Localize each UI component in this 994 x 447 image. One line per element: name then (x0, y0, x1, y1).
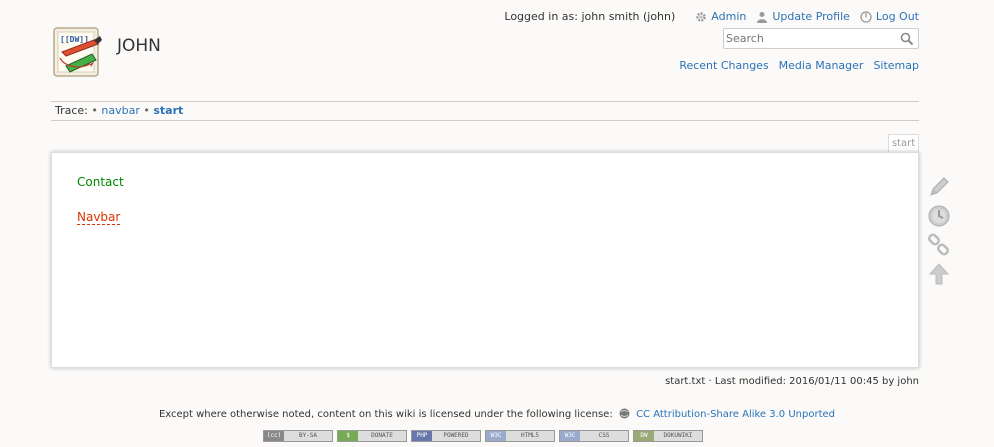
revisions-icon[interactable] (927, 204, 951, 228)
badge-w3c-html5[interactable]: W3C HTML5 (485, 430, 555, 442)
gear-icon (696, 11, 707, 22)
power-icon (860, 10, 872, 23)
badge-label: DOKUWIKI (663, 432, 693, 439)
user-tools: Logged in as: john smith (john) Admin Up… (504, 10, 919, 23)
badge-cc-by-sa[interactable]: (cc) BY-SA (263, 430, 333, 442)
badge-label: POWERED (443, 432, 469, 439)
admin-link[interactable]: Admin (695, 10, 746, 23)
breadcrumb-item-start[interactable]: start (153, 104, 183, 117)
edit-icon[interactable] (927, 175, 951, 199)
license-text: Except where otherwise noted, content on… (158, 409, 613, 420)
recent-changes-link[interactable]: Recent Changes (679, 59, 768, 72)
badge-tag: $ (338, 431, 358, 441)
badge-label: HTML5 (520, 432, 540, 439)
badge-label: DONATE (371, 432, 393, 439)
badge-tag: PHP (412, 431, 432, 441)
update-profile-label[interactable]: Update Profile (772, 10, 850, 23)
page-content: Contact Navbar (51, 152, 919, 368)
breadcrumb-prefix: Trace: (55, 104, 88, 117)
logo-text: [[DW]] (60, 35, 89, 44)
badge-donate[interactable]: $ DONATE (337, 430, 407, 442)
log-out-link[interactable]: Log Out (860, 10, 919, 23)
cc-globe-icon (619, 408, 630, 419)
user-icon (757, 11, 768, 23)
footer-badges: (cc) BY-SA $ DONATE PHP POWERED W3C HTML… (263, 430, 703, 442)
license-notice: Except where otherwise noted, content on… (0, 408, 994, 420)
breadcrumb-separator: • (91, 104, 98, 117)
backlinks-icon[interactable] (927, 233, 951, 257)
license-link[interactable]: CC Attribution-Share Alike 3.0 Unported (636, 409, 835, 420)
admin-label[interactable]: Admin (711, 10, 746, 23)
navbar-link[interactable]: Navbar (77, 210, 121, 225)
site-title[interactable]: JOHN (117, 36, 161, 56)
breadcrumb-separator: • (143, 104, 150, 117)
search-box[interactable] (723, 28, 919, 49)
badge-label: BY-SA (298, 432, 318, 439)
search-input[interactable] (724, 29, 896, 48)
page-id-tab: start (888, 134, 919, 152)
breadcrumb-item-navbar[interactable]: navbar (101, 104, 139, 117)
search-icon[interactable] (900, 32, 914, 46)
breadcrumb: Trace: • navbar • start (51, 101, 919, 121)
dokuwiki-logo[interactable]: [[DW]] (50, 22, 110, 82)
doc-info: start.txt · Last modified: 2016/01/11 00… (665, 376, 919, 387)
back-to-top-icon[interactable] (927, 262, 951, 286)
badge-label: CSS (598, 432, 610, 439)
badge-php-powered[interactable]: PHP POWERED (411, 430, 481, 442)
page-tools (927, 175, 953, 291)
logged-in-text: Logged in as: john smith (john) (504, 10, 676, 23)
sitemap-link[interactable]: Sitemap (873, 59, 919, 72)
badge-tag: DW (634, 431, 654, 441)
badge-dokuwiki[interactable]: DW DOKUWIKI (633, 430, 703, 442)
media-manager-link[interactable]: Media Manager (779, 59, 864, 72)
update-profile-link[interactable]: Update Profile (756, 10, 850, 23)
badge-tag: W3C (560, 431, 580, 441)
log-out-label[interactable]: Log Out (876, 10, 919, 23)
contact-link[interactable]: Contact (77, 175, 124, 189)
badge-tag: (cc) (264, 431, 284, 441)
badge-w3c-css[interactable]: W3C CSS (559, 430, 629, 442)
site-tools: Recent Changes Media Manager Sitemap (669, 59, 919, 72)
badge-tag: W3C (486, 431, 506, 441)
